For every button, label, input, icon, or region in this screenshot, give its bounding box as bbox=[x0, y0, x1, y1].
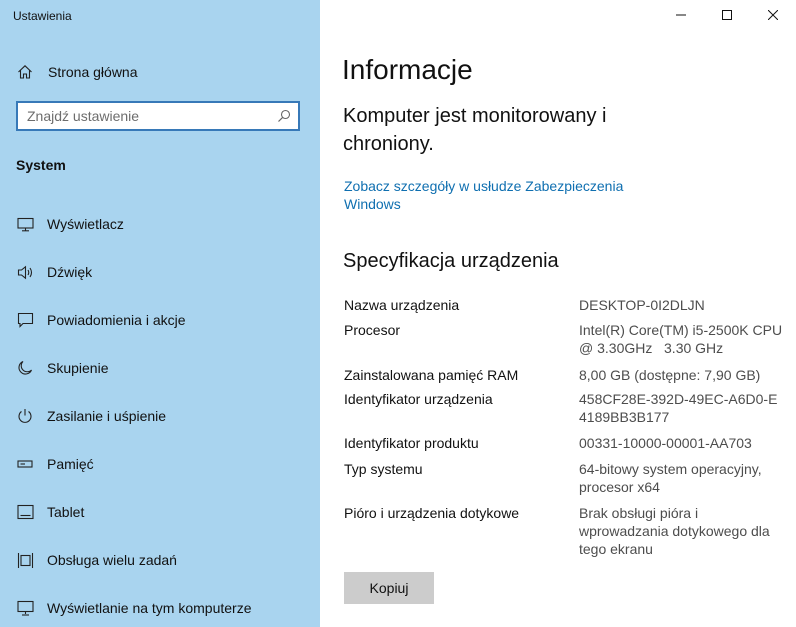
device-specs-heading: Specyfikacja urządzenia bbox=[343, 250, 559, 272]
maximize-icon bbox=[722, 7, 732, 25]
storage-icon bbox=[16, 455, 34, 473]
spec-key: Zainstalowana pamięć RAM bbox=[344, 367, 519, 383]
spec-value: 8,00 GB (dostępne: 7,90 GB) bbox=[579, 367, 761, 383]
notifications-icon bbox=[16, 311, 34, 329]
sound-icon bbox=[16, 263, 34, 281]
multitasking-icon bbox=[16, 551, 34, 569]
spec-value: 00331-10000-00001-AA703 bbox=[579, 435, 752, 451]
sidebar-item-label: Skupienie bbox=[47, 360, 109, 376]
close-button[interactable] bbox=[750, 0, 796, 32]
spec-value: DESKTOP-0I2DLJN bbox=[579, 297, 705, 313]
sidebar-item-label: Dźwięk bbox=[47, 264, 93, 280]
sidebar-item-label: Strona główna bbox=[48, 64, 138, 80]
sidebar-item-home[interactable]: Strona główna bbox=[16, 61, 306, 83]
search-input[interactable] bbox=[18, 108, 270, 124]
sidebar-item-label: Zasilanie i uśpienie bbox=[47, 408, 167, 424]
sidebar-item-label: Wyświetlanie na tym komputerze bbox=[47, 600, 252, 616]
sidebar-item-tablet[interactable]: Tablet bbox=[16, 499, 310, 525]
spec-key: Pióro i urządzenia dotykowe bbox=[344, 505, 520, 521]
spec-value: 458CF28E-392D-49EC-A6D0-E4189BB3B177 bbox=[579, 391, 778, 425]
copy-button[interactable]: Kopiuj bbox=[344, 572, 434, 604]
display-icon bbox=[16, 215, 34, 233]
spec-key: Typ systemu bbox=[344, 461, 423, 477]
spec-key: Identyfikator produktu bbox=[344, 435, 479, 451]
spec-value: 64-bitowy system operacyjny, procesor x6… bbox=[579, 461, 762, 495]
window-controls bbox=[658, 0, 796, 32]
spec-key: Nazwa urządzenia bbox=[344, 297, 460, 313]
search-icon[interactable] bbox=[270, 103, 298, 129]
sidebar-item-label: Pamięć bbox=[47, 456, 94, 472]
app-title: Ustawienia bbox=[13, 9, 72, 23]
minimize-icon bbox=[676, 7, 686, 25]
sidebar-item-display[interactable]: Wyświetlacz bbox=[16, 211, 310, 237]
power-icon bbox=[16, 407, 34, 425]
security-details-link[interactable]: Zobacz szczegóły w usłudze Zabezpieczeni… bbox=[344, 177, 644, 213]
maximize-button[interactable] bbox=[704, 0, 750, 32]
spec-key: Procesor bbox=[344, 322, 401, 338]
home-icon bbox=[16, 63, 34, 81]
sidebar-item-notifications[interactable]: Powiadomienia i akcje bbox=[16, 307, 310, 333]
sidebar-item-multitasking[interactable]: Obsługa wielu zadań bbox=[16, 547, 310, 573]
tablet-icon bbox=[16, 503, 34, 521]
spec-value: Intel(R) Core(TM) i5-2500K CPU @ 3.30GHz… bbox=[579, 322, 786, 356]
sidebar-item-label: Tablet bbox=[47, 504, 85, 520]
protection-status: Komputer jest monitorowany i chroniony. bbox=[343, 105, 607, 155]
sidebar-item-power[interactable]: Zasilanie i uśpienie bbox=[16, 403, 310, 429]
sidebar-item-label: Obsługa wielu zadań bbox=[47, 552, 177, 568]
sidebar-item-label: Wyświetlacz bbox=[47, 216, 124, 232]
sidebar-item-projecting[interactable]: Wyświetlanie na tym komputerze bbox=[16, 595, 310, 621]
sidebar-item-sound[interactable]: Dźwięk bbox=[16, 259, 310, 285]
minimize-button[interactable] bbox=[658, 0, 704, 32]
sidebar-item-focus[interactable]: Skupienie bbox=[16, 355, 310, 381]
close-icon bbox=[767, 7, 779, 25]
sidebar: Ustawienia Strona główna System Wyświetl… bbox=[0, 0, 320, 627]
search-box[interactable] bbox=[16, 101, 300, 131]
sidebar-item-storage[interactable]: Pamięć bbox=[16, 451, 310, 477]
sidebar-item-label: Powiadomienia i akcje bbox=[47, 312, 186, 328]
projecting-icon bbox=[16, 599, 34, 617]
category-heading: System bbox=[16, 157, 66, 173]
focus-moon-icon bbox=[16, 359, 34, 377]
page-title: Informacje bbox=[342, 54, 473, 85]
spec-value: Brak obsługi pióra i wprowadzania dotyko… bbox=[579, 505, 770, 557]
spec-key: Identyfikator urządzenia bbox=[344, 391, 493, 407]
